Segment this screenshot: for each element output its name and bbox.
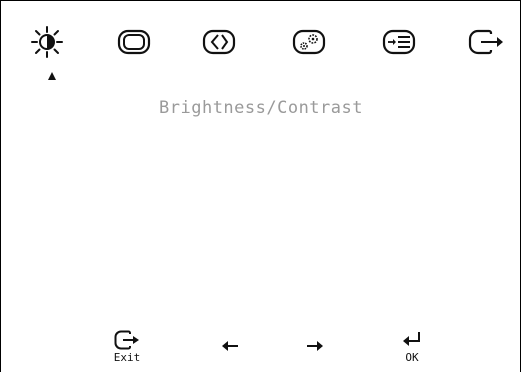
brightness-icon (31, 26, 63, 58)
tab-exit[interactable] (466, 22, 506, 62)
tab-image-setup[interactable] (199, 22, 239, 62)
exit-icon (468, 29, 503, 55)
image-position-icon (117, 29, 151, 55)
input-signal-icon (382, 29, 416, 55)
osd-menu-frame (0, 0, 521, 372)
tab-input-signal[interactable] (379, 22, 419, 62)
exit-icon (114, 330, 139, 350)
left-button[interactable] (215, 336, 245, 356)
ok-button[interactable]: OK (387, 330, 437, 364)
right-button[interactable] (300, 336, 330, 356)
image-setup-icon (202, 29, 236, 55)
enter-icon (403, 332, 420, 346)
menu-title: Brightness/Contrast (159, 98, 363, 118)
selected-tab-indicator (47, 66, 57, 80)
exit-label: Exit (113, 351, 141, 364)
tab-options[interactable] (289, 22, 329, 62)
arrow-right-icon (307, 341, 323, 351)
arrow-left-icon (222, 341, 238, 351)
exit-button[interactable]: Exit (102, 330, 152, 364)
tab-image-position[interactable] (114, 22, 154, 62)
ok-label: OK (405, 351, 419, 364)
tab-brightness[interactable] (27, 22, 67, 62)
options-icon (292, 29, 326, 55)
